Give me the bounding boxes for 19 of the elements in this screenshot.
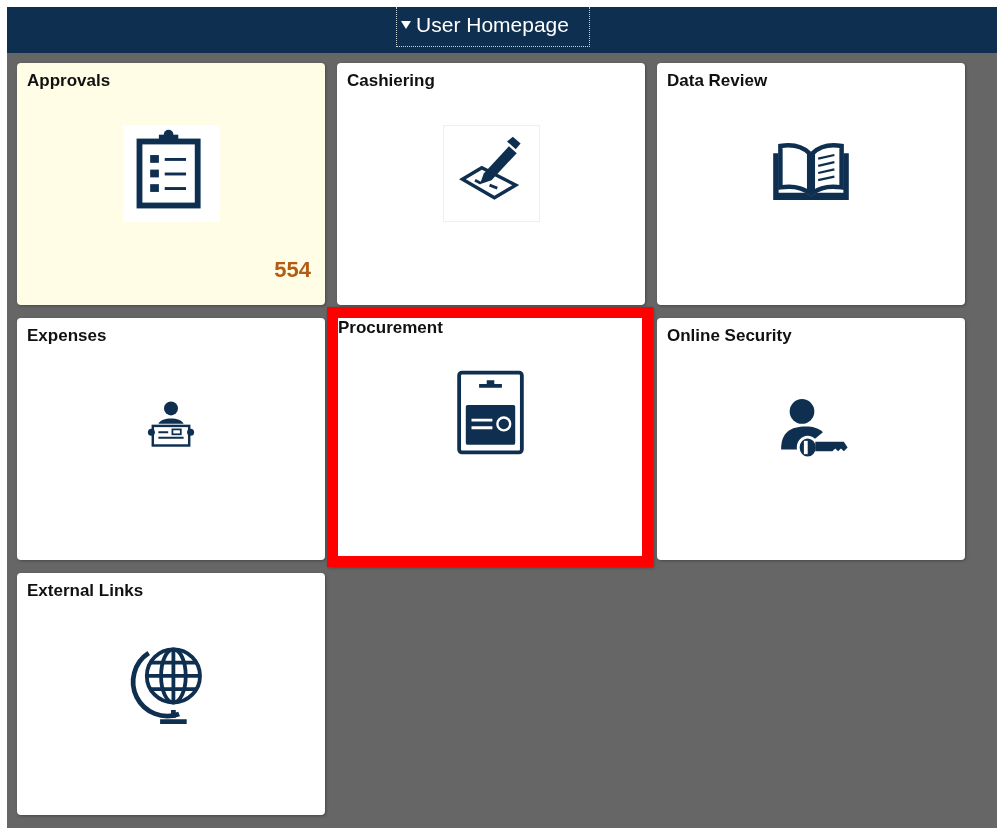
tile-title: Procurement [338, 318, 444, 338]
tile[interactable]: Approvals 554 [17, 63, 325, 305]
caret-icon [401, 21, 412, 29]
tile[interactable]: Cashiering [337, 63, 645, 305]
count-label: 554 [274, 257, 311, 283]
homepage-dropdown[interactable]: User Homepage [396, 7, 590, 47]
tile-title: Expenses [26, 325, 108, 346]
tile-title: External Links [26, 580, 145, 601]
pen-signing-icon [442, 124, 540, 222]
tile-title: Online Security [666, 325, 793, 346]
tile[interactable]: Online Security [657, 318, 965, 560]
tile[interactable]: External Links [17, 573, 325, 815]
tile-title: Data Review [666, 70, 769, 91]
tile-title: Cashiering [346, 70, 436, 91]
tile-title: Approvals [26, 70, 112, 91]
clipboard-icon [122, 124, 220, 222]
tile[interactable]: Procurement [327, 307, 653, 567]
tile[interactable]: Data Review [657, 63, 965, 305]
tile[interactable]: Expenses [17, 318, 325, 560]
